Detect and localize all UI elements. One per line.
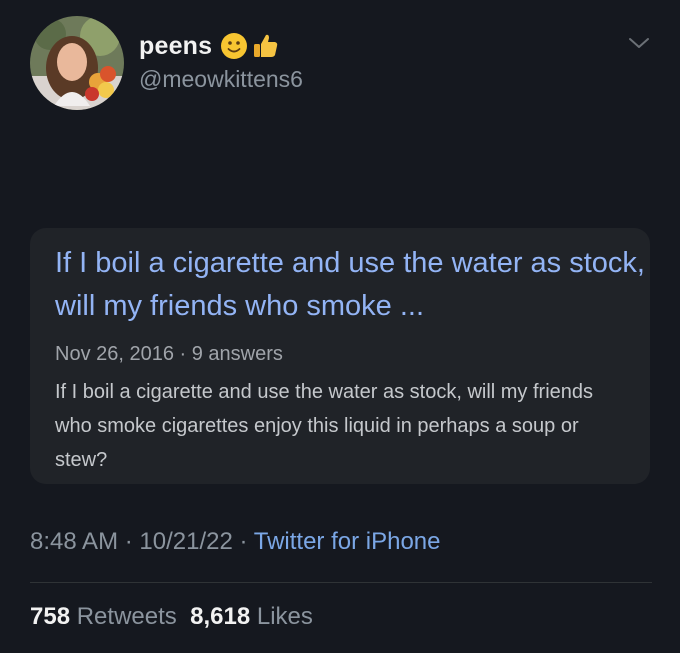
retweets-count: 758 xyxy=(30,603,71,630)
divider xyxy=(30,582,652,583)
tweet-timestamp-row: 8:48 AM · 10/21/22 · Twitter for iPhone xyxy=(30,528,440,556)
retweets-stat[interactable]: 758 Retweets xyxy=(30,603,177,630)
result-meta: Nov 26, 2016 · 9 answers xyxy=(55,343,283,365)
smiley-emoji-icon xyxy=(221,33,248,59)
tweet-source-link[interactable]: Twitter for iPhone xyxy=(254,528,441,555)
display-name[interactable]: peens xyxy=(139,32,212,61)
likes-stat[interactable]: 8,618 Likes xyxy=(190,603,313,630)
tweet-date[interactable]: 10/21/22 xyxy=(139,528,232,555)
result-snippet: If I boil a cigarette and use the water … xyxy=(55,381,594,471)
author-name-row[interactable]: peens xyxy=(139,30,279,62)
likes-label: Likes xyxy=(256,603,313,630)
engagement-stats: 758 Retweets 8,618 Likes xyxy=(30,603,313,631)
separator: · xyxy=(124,528,133,555)
tweet-detail: peens @meowkittens6 If I boil a cigarett… xyxy=(0,0,680,653)
avatar[interactable] xyxy=(30,16,124,110)
search-result-card[interactable]: If I boil a cigarette and use the water … xyxy=(30,228,650,484)
likes-count: 8,618 xyxy=(190,603,251,630)
thumbs-up-emoji-icon xyxy=(254,34,278,57)
author-handle[interactable]: @meowkittens6 xyxy=(139,66,303,93)
chevron-down-icon[interactable] xyxy=(628,36,650,50)
retweets-label: Retweets xyxy=(76,603,177,630)
avatar-photo xyxy=(30,16,124,110)
result-title[interactable]: If I boil a cigarette and use the water … xyxy=(55,242,645,328)
tweet-time[interactable]: 8:48 AM xyxy=(30,528,118,555)
separator: · xyxy=(239,528,248,555)
